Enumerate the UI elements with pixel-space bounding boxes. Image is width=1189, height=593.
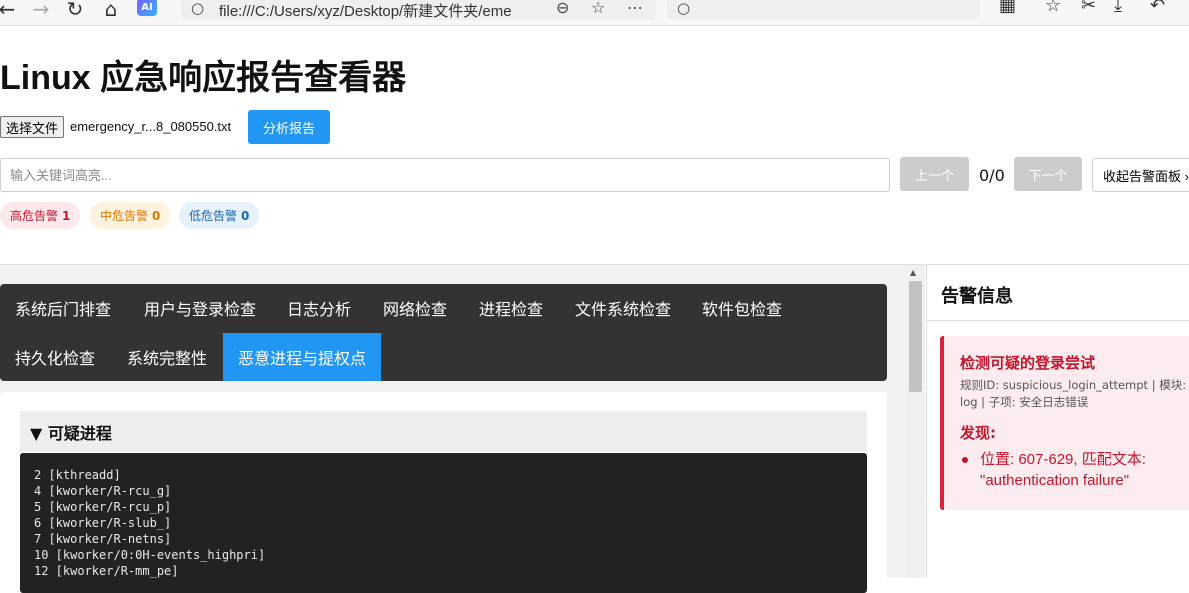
selected-file-name: emergency_r...8_080550.txt (70, 119, 232, 134)
screenshot-icon[interactable]: ✂ (1081, 0, 1096, 16)
scrollbar-thumb[interactable] (909, 281, 922, 392)
process-line: 2 [kthreadd] (34, 468, 121, 482)
low-risk-badge[interactable]: 低危告警 0 (179, 202, 260, 229)
analyze-report-button[interactable]: 分析报告 (248, 110, 330, 144)
alert-panel-divider (926, 320, 1189, 321)
address-bar[interactable]: ○ file:///C:/Users/xyz/Desktop/新建文件夹/eme… (181, 0, 656, 20)
more-icon[interactable]: ⋯ (627, 0, 643, 17)
alert-finding-item: 位置: 607-629, 匹配文本: "authentication failu… (980, 451, 1146, 489)
choose-file-button[interactable]: 选择文件 (0, 116, 65, 138)
process-line: 5 [kworker/R-rcu_p] (34, 500, 172, 514)
tab-log-analysis[interactable]: 日志分析 (272, 284, 366, 332)
back-icon[interactable]: ← (0, 0, 20, 22)
medium-risk-label: 中危告警 (100, 209, 149, 223)
medium-risk-count: 0 (152, 208, 161, 223)
tab-persistence-check[interactable]: 持久化检查 (0, 333, 110, 381)
home-icon[interactable]: ⌂ (98, 0, 124, 22)
favorites-icon[interactable]: ☆ (1045, 0, 1061, 16)
page-info-icon[interactable]: ○ (191, 0, 204, 17)
address-text[interactable]: file:///C:/Users/xyz/Desktop/新建文件夹/eme (219, 0, 549, 21)
process-line: 10 [kworker/0:0H-events_highpri] (34, 548, 266, 562)
process-output-box: 2 [kthreadd] 4 [kworker/R-rcu_g] 5 [kwor… (20, 453, 867, 593)
process-line: 4 [kworker/R-rcu_g] (34, 484, 172, 498)
medium-risk-badge[interactable]: 中危告警 0 (90, 202, 171, 229)
low-risk-label: 低危告警 (189, 209, 238, 223)
tab-network-check[interactable]: 网络检查 (368, 284, 462, 332)
page-title: Linux 应急响应报告查看器 (0, 59, 407, 97)
high-risk-badge[interactable]: 高危告警 1 (0, 202, 81, 229)
alert-meta: 规则ID: suspicious_login_attempt | 模块: log… (960, 378, 1187, 409)
scroll-up-icon[interactable]: ▲ (910, 268, 916, 277)
alert-name: 检测可疑的登录尝试 (960, 354, 1096, 372)
undo-icon[interactable]: ↶ (1150, 0, 1165, 16)
forward-icon[interactable]: → (28, 0, 54, 22)
tab-package-check[interactable]: 软件包检查 (687, 284, 797, 332)
favorite-star-icon[interactable]: ☆ (591, 0, 605, 17)
low-risk-count: 0 (241, 208, 250, 223)
browser-toolbar: ← → ↻ ⌂ AI ○ file:///C:/Users/xyz/Deskto… (0, 0, 1189, 26)
tab-backdoor-check[interactable]: 系统后门排查 (0, 284, 126, 332)
process-line: 7 [kworker/R-netns] (34, 532, 172, 546)
collapse-alert-panel-button[interactable]: 收起告警面板 › (1092, 158, 1189, 192)
browser-search-bar[interactable]: ○ (667, 0, 980, 20)
match-counter: 0/0 (979, 166, 1005, 185)
tab-malicious-process-privesc[interactable]: 恶意进程与提权点 (223, 333, 382, 381)
alert-finding-label: 发现: (960, 424, 996, 442)
high-risk-label: 高危告警 (10, 209, 59, 223)
ai-icon[interactable]: AI (137, 0, 157, 16)
tab-user-login-check[interactable]: 用户与登录检查 (129, 284, 271, 332)
refresh-icon[interactable]: ↻ (62, 0, 88, 22)
process-line: 6 [kworker/R-slub_] (34, 516, 172, 530)
process-line: 12 [kworker/R-mm_pe] (34, 564, 179, 578)
bullet-icon (962, 457, 968, 463)
apps-grid-icon[interactable]: ▦ (999, 0, 1016, 16)
high-risk-count: 1 (62, 208, 71, 223)
zoom-icon[interactable]: ⊖ (556, 0, 569, 17)
alert-findings-list: 位置: 607-629, 匹配文本: "authentication failu… (960, 449, 1189, 491)
tab-system-integrity[interactable]: 系统完整性 (112, 333, 222, 381)
suspicious-process-section-header[interactable]: ▼ 可疑进程 (20, 411, 867, 452)
module-tab-bar: 系统后门排查 用户与登录检查 日志分析 网络检查 进程检查 文件系统检查 软件包… (0, 284, 887, 381)
alert-panel-title: 告警信息 (941, 286, 1013, 307)
prev-match-button[interactable]: 上一个 (900, 157, 969, 191)
search-icon: ○ (677, 0, 691, 17)
next-match-button[interactable]: 下一个 (1014, 157, 1082, 191)
tab-filesystem-check[interactable]: 文件系统检查 (560, 284, 686, 332)
keyword-highlight-input[interactable] (0, 158, 890, 192)
tab-process-check[interactable]: 进程检查 (464, 284, 558, 332)
download-icon[interactable]: ⤓ (1114, 0, 1122, 16)
